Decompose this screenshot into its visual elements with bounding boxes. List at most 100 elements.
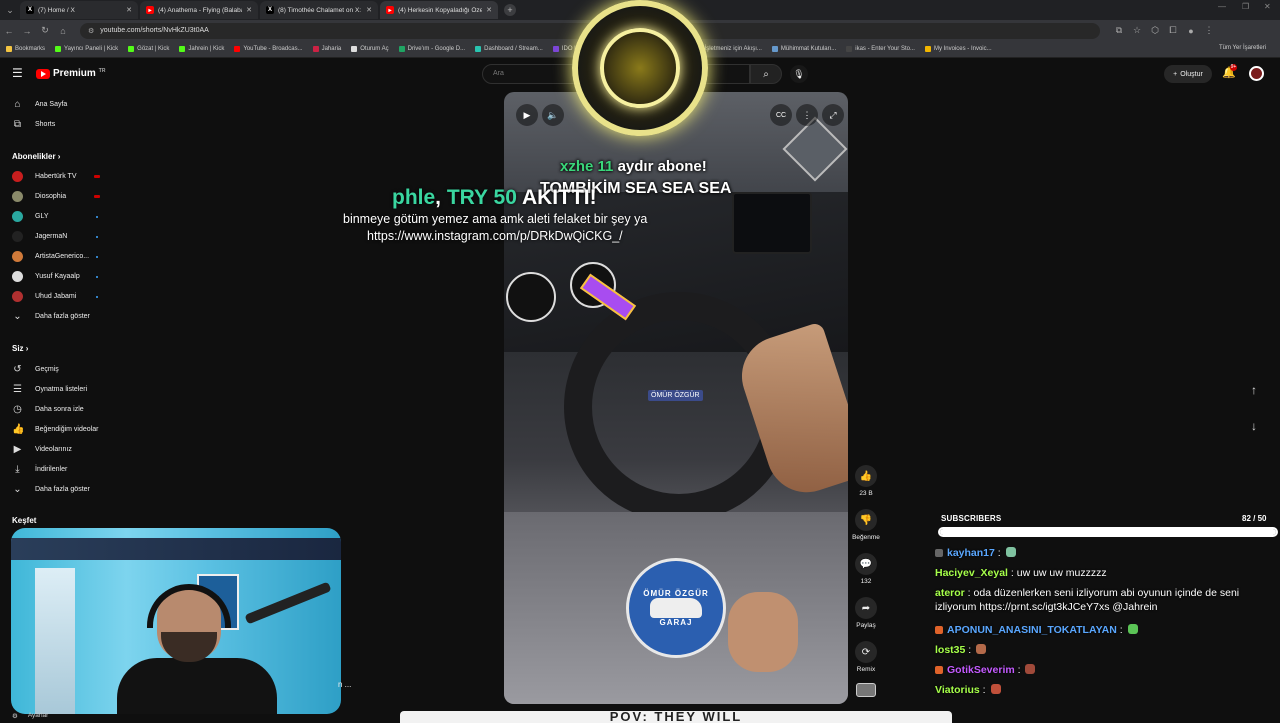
shorts-action[interactable]: 💬 132 xyxy=(855,553,877,585)
home-nav-icon[interactable]: ⌂ xyxy=(54,26,72,36)
play-button[interactable]: ▶ xyxy=(516,104,538,126)
extensions-icon[interactable]: ⧠ xyxy=(1164,25,1182,36)
menu-icon[interactable]: ⋮ xyxy=(1200,25,1218,36)
close-window-icon[interactable]: ✕ xyxy=(1264,2,1271,11)
sidebar-item[interactable]: ☰ Oynatma listeleri xyxy=(12,382,87,396)
hamburger-menu-icon[interactable]: ☰ xyxy=(12,67,24,79)
browser-tab[interactable]: ▸ (4) Anathema - Flying (Balaban ✕ xyxy=(140,1,258,19)
chat-username[interactable]: Haciyev_Xeyal xyxy=(935,567,1008,579)
comment-icon[interactable]: 💬 xyxy=(855,553,877,575)
sidebar-item[interactable]: ⌂ Ana Sayfa xyxy=(12,97,67,111)
sidebar-item[interactable]: ⌄ Daha fazla göster xyxy=(12,482,90,496)
next-short-arrow-icon[interactable]: ↓ xyxy=(1245,419,1263,437)
chat-username[interactable]: APONUN_ANASINI_TOKATLAYAN xyxy=(947,624,1117,636)
sidebar-item[interactable]: Diosophia xyxy=(12,189,66,203)
bookmark-item[interactable]: Jahrein | Kick xyxy=(179,46,224,52)
minimize-icon[interactable]: — xyxy=(1218,2,1226,11)
install-icon[interactable]: ⧉ xyxy=(1110,25,1128,36)
forward-icon[interactable]: → xyxy=(18,26,36,36)
chat-username[interactable]: Viatorius xyxy=(935,684,980,696)
sidebar-item[interactable]: ◷ Daha sonra izle xyxy=(12,402,84,416)
shorts-action[interactable]: ⟳ Remix xyxy=(855,641,877,673)
create-button[interactable]: + Oluştur xyxy=(1164,65,1212,83)
browser-tab[interactable]: X (7) Home / X ✕ xyxy=(20,1,138,19)
previous-short-arrow-icon[interactable]: ↑ xyxy=(1245,383,1263,401)
account-avatar[interactable] xyxy=(1249,66,1264,81)
extension-icon[interactable]: ⬡ xyxy=(1146,25,1164,36)
sidebar-item[interactable]: ▶ Videolarınız xyxy=(12,442,72,456)
chat-message: Viatorius : xyxy=(935,683,1275,697)
close-icon[interactable]: ✕ xyxy=(366,6,372,14)
bookmark-star-icon[interactable]: ☆ xyxy=(1128,25,1146,36)
car-icon xyxy=(650,598,702,618)
shorts-action[interactable]: 👍 23 B xyxy=(855,465,877,497)
all-bookmarks[interactable]: Tüm Yer İşaretleri xyxy=(1213,45,1267,51)
bookmark-item[interactable]: Gözat | Kick xyxy=(128,46,169,52)
sidebar-item[interactable]: ⌄ Daha fazla göster xyxy=(12,309,90,323)
thumbs-down-icon[interactable]: 👎 xyxy=(855,509,877,531)
bookmark-label: My Invoices - Invoic... xyxy=(933,46,992,52)
close-icon[interactable]: ✕ xyxy=(126,6,132,14)
voice-search-button[interactable]: 🎙 xyxy=(790,65,808,83)
tab-search-icon[interactable]: ⌄ xyxy=(2,2,18,18)
sidebar-item[interactable]: Habertürk TV xyxy=(12,169,77,183)
explore-heading: Keşfet xyxy=(12,516,37,525)
sidebar-item[interactable]: 👍 Beğendiğim videolar xyxy=(12,422,98,436)
reload-icon[interactable]: ↻ xyxy=(36,25,54,36)
sidebar-item[interactable]: ArtistaGenerico... xyxy=(12,249,89,263)
bookmark-label: Mühimmat Kutuları... xyxy=(780,46,837,52)
volume-button[interactable]: 🔈 xyxy=(542,104,564,126)
home-icon: ⌂ xyxy=(14,98,21,110)
shorts-action[interactable]: 👎 Beğenme xyxy=(852,509,880,541)
sound-thumbnail[interactable] xyxy=(856,683,876,697)
more-options-button[interactable]: ⋮ xyxy=(796,104,818,126)
bookmark-item[interactable]: ikas - Enter Your Sto... xyxy=(846,46,915,52)
close-icon[interactable]: ✕ xyxy=(486,6,492,14)
chat-username[interactable]: kayhan17 xyxy=(947,547,995,559)
chat-username[interactable]: lost35 xyxy=(935,644,965,656)
browser-tab[interactable]: X (8) Timothée Chalamet on X: "I ✕ xyxy=(260,1,378,19)
sidebar-item-label: Daha sonra izle xyxy=(35,405,84,413)
chat-username[interactable]: GotikSeverim xyxy=(947,664,1015,676)
sidebar-item[interactable]: ⤓ İndirilenler xyxy=(12,462,67,476)
back-icon[interactable]: ← xyxy=(0,26,18,36)
shorts-action[interactable]: ➦ Paylaş xyxy=(855,597,877,629)
sidebar-settings[interactable]: ⚙ Ayarlar xyxy=(12,712,48,720)
you-heading[interactable]: Siz › xyxy=(12,344,28,353)
close-icon[interactable]: ✕ xyxy=(246,6,252,14)
site-info-icon[interactable]: ⚙ xyxy=(88,27,94,35)
bookmark-item[interactable]: Mühimmat Kutuları... xyxy=(771,46,837,52)
subscriptions-heading[interactable]: Abonelikler › xyxy=(12,152,60,161)
captions-button[interactable]: CC xyxy=(770,104,792,126)
sidebar-item[interactable]: ⧉ Shorts xyxy=(12,117,55,131)
bookmark-item[interactable]: Bookmarks xyxy=(6,46,45,52)
sidebar-item[interactable]: JagermaN xyxy=(12,229,67,243)
fullscreen-button[interactable]: ⤢ xyxy=(822,104,844,126)
share-icon[interactable]: ➦ xyxy=(855,597,877,619)
bookmark-item[interactable]: Drive'ım - Google D... xyxy=(398,46,465,52)
sidebar-item-label: Oynatma listeleri xyxy=(35,385,88,393)
bookmark-item[interactable]: Oturum Aç xyxy=(351,46,389,52)
sidebar-item-label: Daha fazla göster xyxy=(35,485,90,493)
bookmark-item[interactable]: Yayıncı Paneli | Kick xyxy=(55,46,118,52)
sidebar-item[interactable]: GLY xyxy=(12,209,49,223)
chat-username[interactable]: ateror xyxy=(935,587,965,599)
tab-title: (4) Anathema - Flying (Balaban xyxy=(158,6,243,14)
chat-message: ateror : oda düzenlerken seni izliyorum … xyxy=(935,586,1275,614)
youtube-logo[interactable]: Premium TR xyxy=(36,68,105,79)
you-heading-label: Siz xyxy=(12,344,24,353)
bookmark-item[interactable]: YouTube - Broadcas... xyxy=(234,46,303,52)
sidebar-item[interactable]: ↺ Geçmiş xyxy=(12,362,58,376)
sidebar-item[interactable]: Yusuf Kayaalp xyxy=(12,269,80,283)
maximize-icon[interactable]: ❐ xyxy=(1242,2,1249,11)
profile-icon[interactable]: ● xyxy=(1182,26,1200,36)
bookmark-item[interactable]: Dashboard / Stream... xyxy=(475,46,543,52)
thumbs-up-icon[interactable]: 👍 xyxy=(855,465,877,487)
bookmark-item[interactable]: My Invoices - Invoic... xyxy=(924,46,992,52)
sidebar-item[interactable]: Uhud Jabami xyxy=(12,289,76,303)
bookmark-item[interactable]: Jaharia xyxy=(312,46,341,52)
remix-icon[interactable]: ⟳ xyxy=(855,641,877,663)
new-tab-button[interactable]: + xyxy=(504,4,516,16)
browser-tab-active[interactable]: ▸ (4) Herkesin Kopyaladığı Özelli ✕ xyxy=(380,1,498,19)
search-button[interactable]: ⌕ xyxy=(750,64,782,84)
